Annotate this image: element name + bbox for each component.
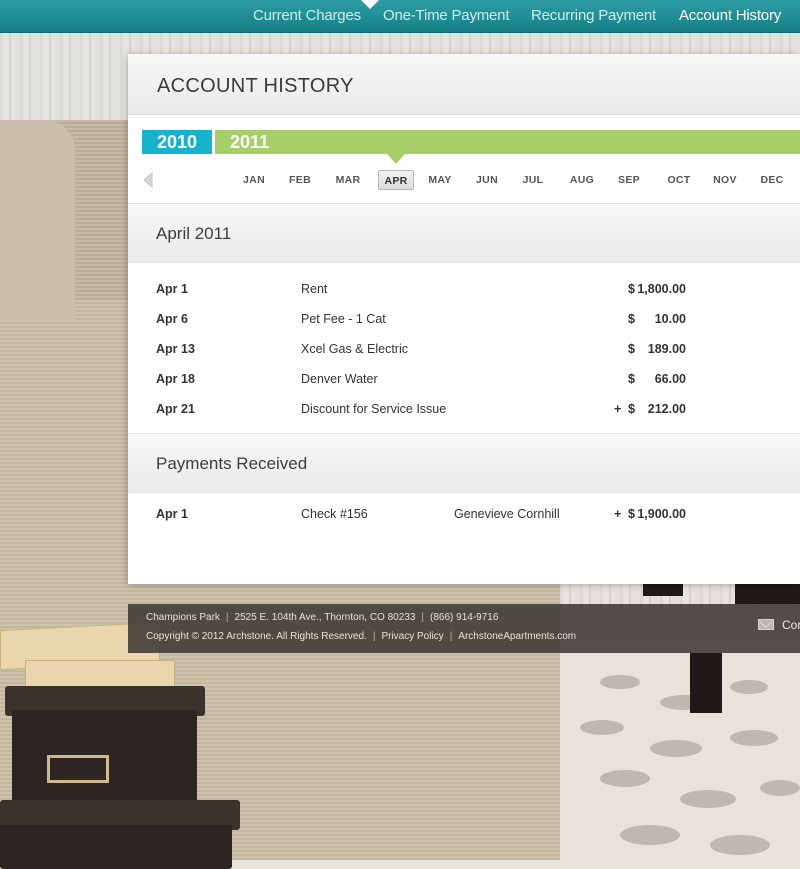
table-leg: [690, 653, 722, 713]
row-description: Rent: [301, 282, 328, 296]
panel-header: ACCOUNT HISTORY: [128, 54, 800, 115]
table-top-right: [735, 584, 800, 604]
month-may[interactable]: MAY: [424, 170, 456, 190]
month-jun[interactable]: JUN: [471, 170, 503, 190]
row-sign: +: [614, 507, 622, 521]
row-description: Xcel Gas & Electric: [301, 342, 408, 356]
month-apr[interactable]: APR: [378, 170, 414, 190]
selected-month-pointer-icon: [387, 154, 405, 164]
row-amount: 66.00: [654, 372, 686, 386]
row-date: Apr 1: [156, 507, 188, 521]
row-currency: $: [628, 282, 635, 296]
account-history-panel: ACCOUNT HISTORY 2010 2011 JAN FEB MAR AP…: [128, 54, 800, 584]
page-title: ACCOUNT HISTORY: [157, 75, 354, 97]
table-row: Apr 13 Xcel Gas & Electric $ 189.00: [128, 342, 800, 362]
contact-label: Cor: [782, 618, 800, 632]
charges-section-title: April 2011: [156, 224, 232, 243]
table-row: Apr 6 Pet Fee - 1 Cat $ 10.00: [128, 312, 800, 332]
box-label-holder: [47, 755, 109, 783]
row-currency: $: [628, 507, 635, 521]
lower-storage-box: [0, 825, 232, 869]
row-date: Apr 21: [156, 402, 195, 416]
month-aug[interactable]: AUG: [565, 170, 599, 190]
row-description: Pet Fee - 1 Cat: [301, 312, 386, 326]
row-currency: $: [628, 402, 635, 416]
month-dec[interactable]: DEC: [755, 170, 789, 190]
year-tab-2010[interactable]: 2010: [142, 130, 212, 154]
year-selector: 2010 2011: [142, 130, 800, 154]
footer-copyright-line: Copyright © 2012 Archstone. All Rights R…: [146, 631, 577, 642]
row-amount: 212.00: [647, 402, 686, 416]
row-currency: $: [628, 342, 635, 356]
table-row: Apr 18 Denver Water $ 66.00: [128, 372, 800, 392]
row-description: Discount for Service Issue: [301, 402, 447, 416]
previous-arrow-icon[interactable]: [141, 171, 155, 189]
row-date: Apr 6: [156, 312, 188, 326]
table-row: Apr 21 Discount for Service Issue + $ 21…: [128, 402, 800, 422]
row-description: Check #156: [301, 507, 368, 521]
table-row: Apr 1 Rent $ 1,800.00: [128, 282, 800, 302]
month-oct[interactable]: OCT: [663, 170, 695, 190]
charges-section-header: April 2011: [128, 203, 800, 263]
row-sign: +: [614, 402, 622, 416]
row-amount: 189.00: [647, 342, 686, 356]
payments-section-title: Payments Received: [156, 454, 308, 473]
footer-address: 2525 E. 104th Ave., Thornton, CO 80233: [234, 612, 416, 623]
year-tab-2011[interactable]: 2011: [215, 130, 800, 154]
month-jan[interactable]: JAN: [238, 170, 270, 190]
footer-bar: Champions Park | 2525 E. 104th Ave., Thorn…: [128, 604, 800, 653]
row-currency: $: [628, 372, 635, 386]
row-date: Apr 1: [156, 282, 188, 296]
mail-icon: [758, 619, 774, 630]
month-jul[interactable]: JUL: [517, 170, 549, 190]
payments-section-header: Payments Received: [128, 433, 800, 493]
row-description: Denver Water: [301, 372, 378, 386]
month-mar[interactable]: MAR: [331, 170, 365, 190]
table-row: Apr 1 Check #156 Genevieve Cornhill + $ …: [128, 507, 800, 527]
footer-phone: (866) 914-9716: [430, 612, 499, 623]
top-navigation: Current Charges One-Time Payment Recurri…: [0, 0, 800, 33]
row-amount: 1,900.00: [637, 507, 686, 521]
site-link[interactable]: ArchstoneApartments.com: [458, 631, 576, 642]
footer-property: Champions Park: [146, 612, 220, 623]
sofa-arm: [0, 120, 75, 320]
contact-button[interactable]: Cor: [758, 618, 800, 636]
nav-recurring-payment[interactable]: Recurring Payment: [531, 0, 656, 33]
row-date: Apr 13: [156, 342, 195, 356]
row-payer: Genevieve Cornhill: [454, 507, 560, 521]
row-amount: 10.00: [654, 312, 686, 326]
nav-current-charges[interactable]: Current Charges: [253, 0, 361, 33]
footer-copyright: Copyright © 2012 Archstone. All Rights R…: [146, 631, 367, 642]
nav-one-time-payment[interactable]: One-Time Payment: [383, 0, 509, 33]
privacy-policy-link[interactable]: Privacy Policy: [381, 631, 443, 642]
nav-pointer-icon: [361, 0, 379, 9]
month-sep[interactable]: SEP: [613, 170, 645, 190]
footer-address-line: Champions Park | 2525 E. 104th Ave., Thorn…: [146, 612, 499, 623]
month-nov[interactable]: NOV: [708, 170, 742, 190]
nav-account-history[interactable]: Account History: [679, 0, 781, 33]
month-feb[interactable]: FEB: [284, 170, 316, 190]
row-date: Apr 18: [156, 372, 195, 386]
row-currency: $: [628, 312, 635, 326]
row-amount: 1,800.00: [637, 282, 686, 296]
table-top: [643, 584, 683, 596]
